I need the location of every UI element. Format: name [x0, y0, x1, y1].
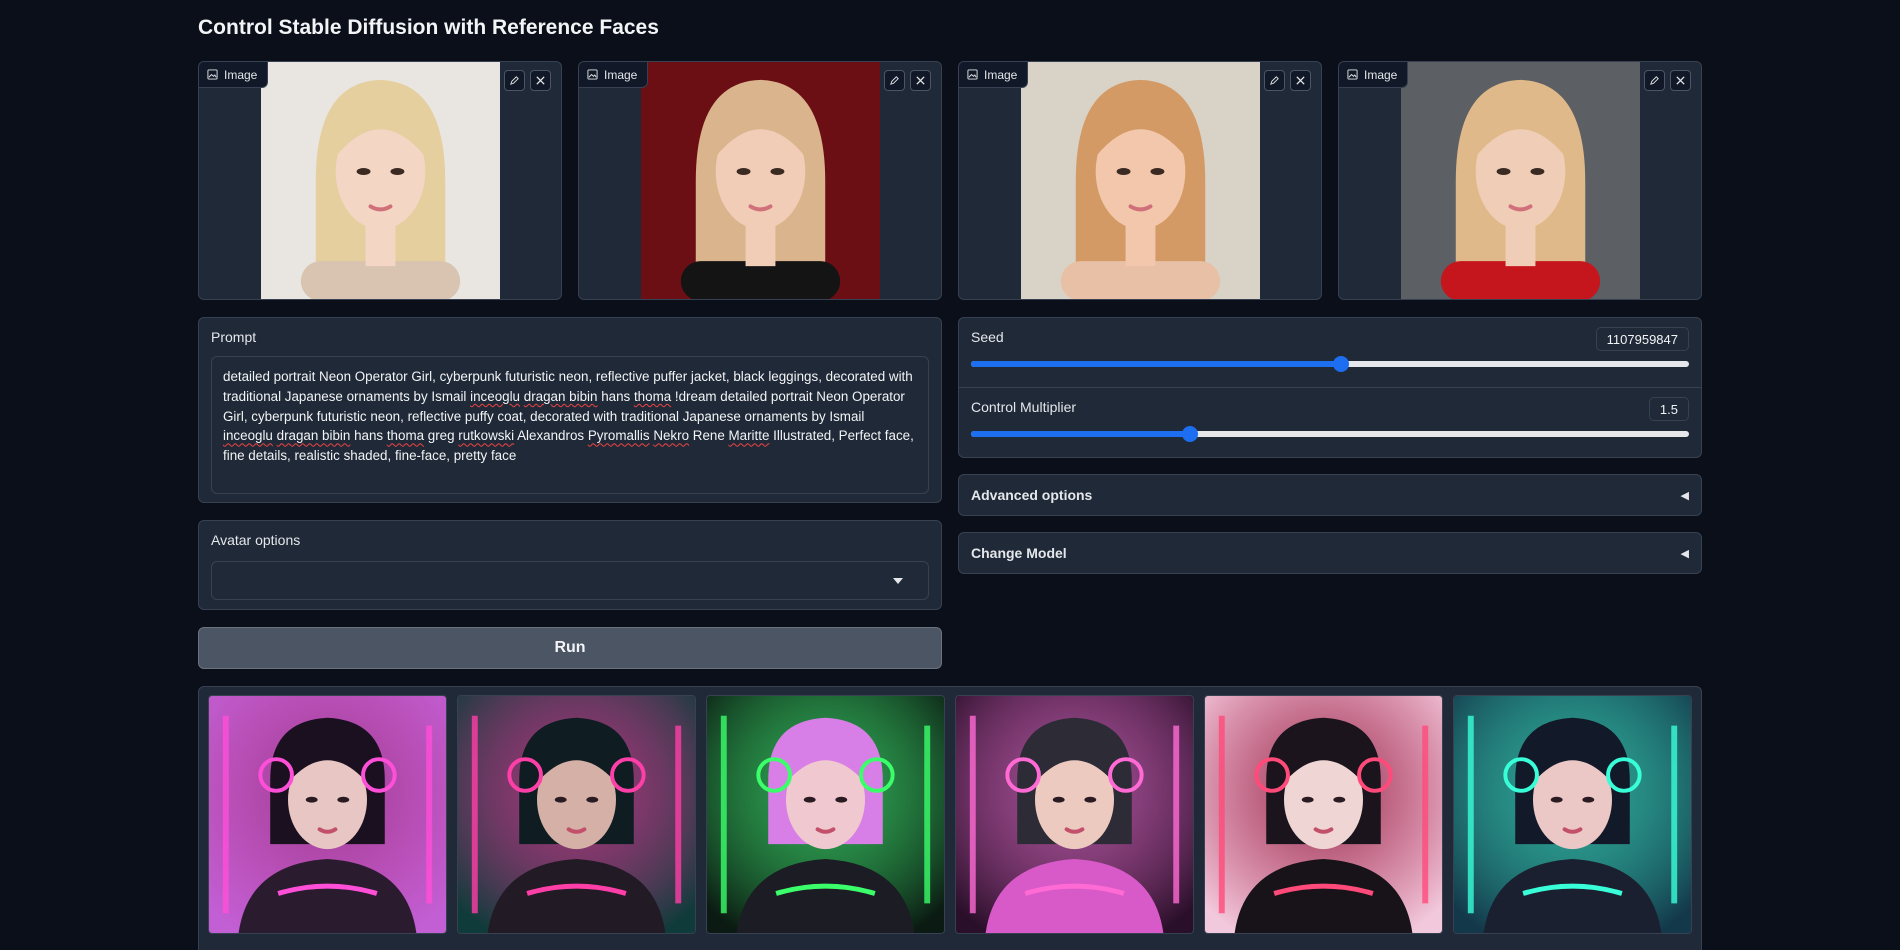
- control-multiplier-slider-thumb[interactable]: [1181, 426, 1198, 442]
- change-model-accordion[interactable]: Change Model ◀: [958, 532, 1702, 574]
- image-icon: [587, 69, 598, 80]
- gallery-thumbnail-1[interactable]: [208, 695, 447, 934]
- reference-photo: [1021, 62, 1260, 299]
- prompt-text-misspelled: Maritte: [728, 428, 770, 444]
- control-multiplier-slider-fill: [971, 431, 1190, 437]
- gallery-thumbnail-5[interactable]: [1204, 695, 1443, 934]
- edit-icon[interactable]: [1264, 70, 1285, 91]
- advanced-options-accordion[interactable]: Advanced options ◀: [958, 474, 1702, 516]
- gallery-thumbnail-4[interactable]: [955, 695, 1194, 934]
- avatar-options-dropdown[interactable]: [211, 561, 929, 600]
- image-label-text: Image: [984, 67, 1018, 82]
- triangle-left-icon: ◀: [1680, 489, 1689, 502]
- run-button[interactable]: Run: [198, 627, 942, 669]
- prompt-label: Prompt: [211, 329, 257, 345]
- reference-image-slot-2[interactable]: Image: [578, 61, 942, 300]
- image-label: Image: [1339, 62, 1409, 88]
- prompt-text-misspelled: Pyromallis: [587, 428, 650, 444]
- prompt-text: hans: [350, 428, 387, 444]
- image-icon: [1347, 69, 1358, 80]
- triangle-left-icon: ◀: [1680, 547, 1689, 560]
- prompt-text: Rene: [689, 428, 729, 444]
- close-icon[interactable]: [910, 70, 931, 91]
- prompt-text-misspelled: Nekro: [653, 428, 690, 444]
- seed-slider-fill: [971, 361, 1341, 367]
- close-icon[interactable]: [530, 70, 551, 91]
- page-title: Control Stable Diffusion with Reference …: [198, 16, 659, 39]
- image-icon: [207, 69, 218, 80]
- edit-icon[interactable]: [504, 70, 525, 91]
- prompt-text-misspelled: dragan bibin: [276, 428, 351, 444]
- avatar-options-panel: Avatar options: [198, 520, 942, 610]
- prompt-text-misspelled: dragan bibin: [523, 388, 598, 404]
- image-label: Image: [199, 62, 269, 88]
- gallery-thumbnail-2[interactable]: [457, 695, 696, 934]
- chevron-down-icon: [893, 578, 903, 584]
- prompt-text: greg: [424, 428, 459, 444]
- seed-number-input[interactable]: 1107959847: [1595, 327, 1689, 351]
- image-label-text: Image: [224, 67, 258, 82]
- slider-divider: [959, 387, 1701, 388]
- image-label: Image: [579, 62, 649, 88]
- gallery-thumbnail-3[interactable]: [706, 695, 945, 934]
- reference-photo: [641, 62, 880, 299]
- control-multiplier-label: Control Multiplier: [971, 399, 1077, 415]
- close-icon[interactable]: [1290, 70, 1311, 91]
- reference-photo: [1401, 62, 1640, 299]
- seed-slider-thumb[interactable]: [1332, 356, 1349, 372]
- prompt-text-misspelled: thoma: [633, 388, 672, 404]
- output-gallery: [198, 686, 1702, 950]
- sliders-panel: Seed 1107959847 Control Multiplier 1.5: [958, 317, 1702, 458]
- prompt-text: hans: [597, 388, 634, 404]
- seed-slider[interactable]: [971, 356, 1689, 372]
- edit-icon[interactable]: [1644, 70, 1665, 91]
- seed-label: Seed: [971, 329, 1004, 345]
- image-label-text: Image: [604, 67, 638, 82]
- reference-image-slot-1[interactable]: Image: [198, 61, 562, 300]
- edit-icon[interactable]: [884, 70, 905, 91]
- prompt-text-misspelled: inceoglu: [470, 388, 521, 404]
- prompt-text-misspelled: thoma: [386, 428, 425, 444]
- prompt-text: Alexandros: [514, 428, 588, 444]
- reference-image-slot-3[interactable]: Image: [958, 61, 1322, 300]
- prompt-text-misspelled: rutkowski: [458, 428, 515, 444]
- prompt-text-misspelled: inceoglu: [223, 428, 273, 444]
- prompt-textarea[interactable]: detailed portrait Neon Operator Girl, cy…: [211, 356, 929, 494]
- image-icon: [967, 69, 978, 80]
- reference-image-slot-4[interactable]: Image: [1338, 61, 1702, 300]
- image-label: Image: [959, 62, 1029, 88]
- image-label-text: Image: [1364, 67, 1398, 82]
- change-model-label: Change Model: [971, 545, 1067, 561]
- advanced-options-label: Advanced options: [971, 487, 1093, 503]
- reference-photo: [261, 62, 500, 299]
- gallery-thumbnail-6[interactable]: [1453, 695, 1692, 934]
- control-multiplier-input[interactable]: 1.5: [1648, 397, 1689, 421]
- control-multiplier-slider[interactable]: [971, 426, 1689, 442]
- avatar-options-label: Avatar options: [211, 532, 301, 548]
- prompt-panel: Prompt detailed portrait Neon Operator G…: [198, 317, 942, 503]
- close-icon[interactable]: [1670, 70, 1691, 91]
